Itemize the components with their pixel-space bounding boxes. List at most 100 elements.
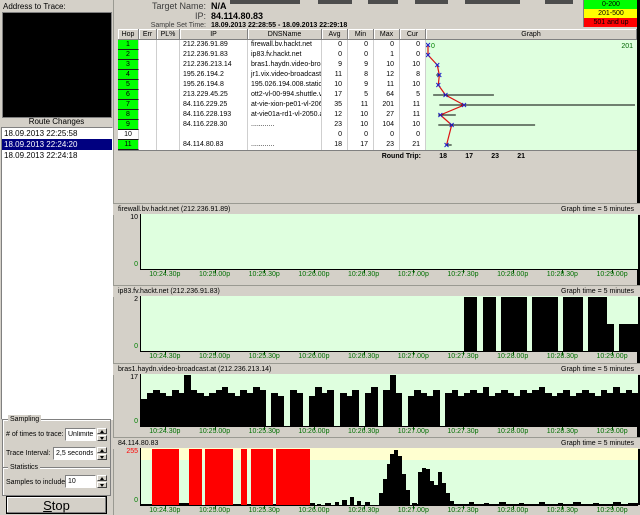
max-cell: 1: [374, 50, 400, 60]
graph-plot-area: [140, 374, 638, 427]
hop-trace-graph: 0201: [426, 40, 637, 150]
hop-cell: 2: [118, 50, 139, 60]
axis-tick: [463, 270, 464, 273]
dns-cell: ott2-vl-00-994.shuttle.vien.inode.: [248, 90, 322, 100]
avg-cell: 0: [322, 50, 348, 60]
latency-bar: [310, 503, 315, 505]
stepper-down-icon[interactable]: [97, 454, 107, 460]
statistics-group: Statistics Samples to include: [2, 467, 111, 496]
hop-cell: 3: [118, 60, 139, 70]
column-header-hop[interactable]: Hop: [118, 29, 139, 40]
svg-text:201: 201: [621, 43, 633, 50]
clipped-toolbar-fragment: [230, 0, 300, 4]
packet-loss-bar: [241, 449, 247, 505]
stepper-up-icon[interactable]: [97, 447, 107, 453]
trace-interval-input[interactable]: [53, 447, 96, 460]
column-header-err[interactable]: Err: [139, 29, 157, 40]
axis-tick: [264, 352, 265, 355]
latency-bar: [357, 501, 361, 505]
column-header-ip[interactable]: IP: [180, 29, 248, 40]
table-row[interactable]: 784.116.229.25at-vie-xion-pe01-vl-2063.u…: [118, 100, 426, 110]
column-header-cur[interactable]: Cur: [400, 29, 426, 40]
axis-tick: [463, 427, 464, 430]
address-list-box[interactable]: [2, 12, 112, 118]
ip-cell: 213.229.45.25: [180, 90, 248, 100]
latency-bar: [433, 390, 440, 426]
dns-cell: at-vie01a-rd1-vl-2050.aorta.net: [248, 110, 322, 120]
dns-cell: ............: [248, 120, 322, 130]
column-header-pl[interactable]: PL%: [157, 29, 180, 40]
table-row[interactable]: 6213.229.45.25ott2-vl-00-994.shuttle.vie…: [118, 90, 426, 100]
max-cell: 23: [374, 140, 400, 150]
latency-bar: [484, 503, 489, 505]
table-row[interactable]: 4195.26.194.2jr1.vix.video-broadcast.at1…: [118, 70, 426, 80]
column-header-min[interactable]: Min: [348, 29, 374, 40]
column-header-max[interactable]: Max: [374, 29, 400, 40]
trace-interval-stepper[interactable]: [97, 447, 107, 460]
hop-cell: 10: [118, 130, 139, 140]
stepper-down-icon[interactable]: [97, 435, 107, 441]
times-to-trace-input[interactable]: [65, 428, 96, 441]
cur-cell: 10: [400, 60, 426, 70]
table-row[interactable]: 3212.236.213.14bras1.haydn.video-broadca…: [118, 60, 426, 70]
table-row[interactable]: 100000: [118, 130, 426, 140]
route-change-item[interactable]: 18.09.2013 22:24:18: [2, 150, 112, 161]
column-header-graph[interactable]: Graph: [426, 29, 637, 40]
avg-cell: 0: [322, 40, 348, 50]
axis-tick: [215, 427, 216, 430]
column-header-dnsname[interactable]: DNSName: [248, 29, 322, 40]
latency-bar: [233, 504, 241, 505]
latency-bar: [259, 390, 266, 426]
max-cell: 11: [374, 80, 400, 90]
stepper-up-icon[interactable]: [97, 428, 107, 434]
axis-tick: [215, 270, 216, 273]
address-to-trace-label: Address to Trace:: [3, 2, 66, 12]
max-cell: 10: [374, 60, 400, 70]
route-change-item[interactable]: 18.09.2013 22:24:20: [2, 139, 112, 150]
hop-cell: 9: [118, 120, 139, 130]
latency-bar: [317, 504, 321, 505]
axis-tick: [165, 352, 166, 355]
axis-tick: [562, 270, 563, 273]
table-row[interactable]: 1184.114.80.83............18172321: [118, 140, 426, 150]
max-cell: 104: [374, 120, 400, 130]
samples-to-include-input[interactable]: [65, 475, 96, 488]
avg-cell: 0: [322, 130, 348, 140]
table-row[interactable]: 984.116.228.30............231010410: [118, 120, 426, 130]
pl-cell: [157, 110, 180, 120]
route-changes-list[interactable]: 18.09.2013 22:25:58 18.09.2013 22:24:20 …: [1, 127, 113, 420]
table-row[interactable]: 2212.236.91.83ip83.fv.hackt.net0010: [118, 50, 426, 60]
err-cell: [139, 120, 157, 130]
latency-bar: [141, 504, 152, 505]
hops-table-body: 1212.236.91.89firewall.bv.hackt.net00002…: [118, 40, 426, 150]
axis-tick: [314, 506, 315, 509]
latency-bar: [607, 324, 614, 351]
latency-bar: [247, 504, 250, 505]
stepper-up-icon[interactable]: [97, 475, 107, 481]
err-cell: [139, 100, 157, 110]
samples-stepper[interactable]: [97, 475, 107, 488]
timeline-graph-hop1: firewall.bv.hackt.net (212.236.91.89)Gra…: [113, 203, 640, 285]
times-to-trace-stepper[interactable]: [97, 428, 107, 441]
axis-tick: [264, 270, 265, 273]
ip-cell: 195.26.194.8: [180, 80, 248, 90]
dns-cell: jr1.vix.video-broadcast.at: [248, 70, 322, 80]
cur-cell: 10: [400, 120, 426, 130]
table-row[interactable]: 1212.236.91.89firewall.bv.hackt.net0000: [118, 40, 426, 50]
clipped-toolbar-fragment: [318, 0, 352, 4]
axis-tick: [562, 506, 563, 509]
table-row[interactable]: 5195.26.194.8195.026.194.008.static.vide…: [118, 80, 426, 90]
avg-cell: 11: [322, 70, 348, 80]
packet-loss-bar: [189, 449, 202, 505]
legend-item-high: 501 and up: [583, 18, 638, 27]
stop-button[interactable]: Stop: [6, 496, 107, 514]
latency-bar: [296, 393, 303, 426]
table-row[interactable]: 884.116.228.193at-vie01a-rd1-vl-2050.aor…: [118, 110, 426, 120]
min-cell: 10: [348, 120, 374, 130]
route-change-item[interactable]: 18.09.2013 22:25:58: [2, 128, 112, 139]
packet-loss-bar: [152, 449, 179, 505]
graph-plot-area: [140, 214, 638, 270]
cur-cell: 0: [400, 50, 426, 60]
column-header-avg[interactable]: Avg: [322, 29, 348, 40]
stepper-down-icon[interactable]: [97, 482, 107, 488]
